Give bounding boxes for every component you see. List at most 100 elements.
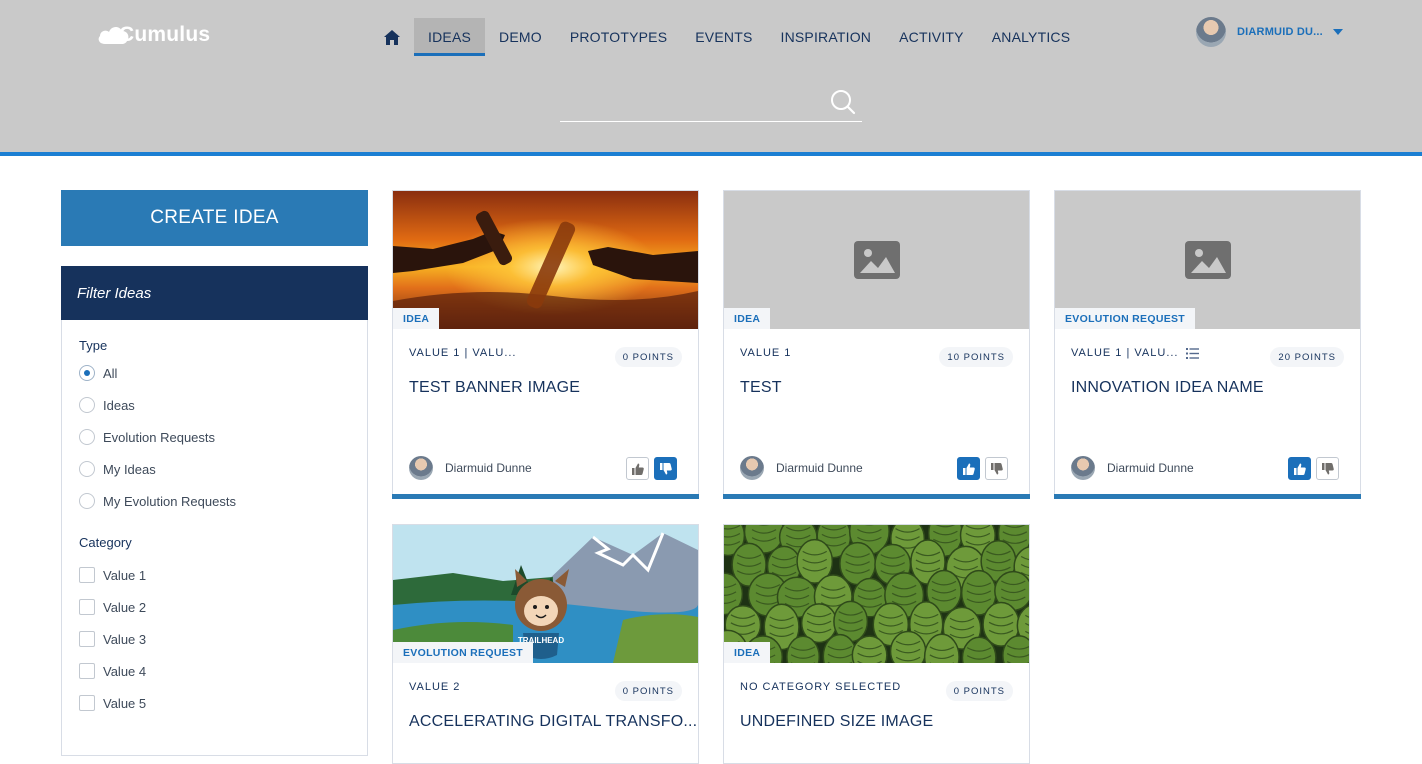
create-idea-button[interactable]: CREATE IDEA xyxy=(61,190,368,246)
card-author[interactable]: Diarmuid Dunne xyxy=(1071,456,1194,480)
card-accent-bar xyxy=(723,494,1030,499)
vote-controls xyxy=(957,457,1008,480)
card-type-tag[interactable]: IDEA xyxy=(393,308,440,329)
radio-button[interactable] xyxy=(79,461,95,477)
vote-controls xyxy=(626,457,677,480)
downvote-button[interactable] xyxy=(1316,457,1339,480)
option-label: My Evolution Requests xyxy=(103,493,236,509)
category-option-value-4[interactable]: Value 4 xyxy=(79,662,146,680)
main-nav: IDEAS DEMO PROTOTYPES EVENTS INSPIRATION… xyxy=(380,18,1084,56)
card-accent-bar xyxy=(392,494,699,499)
option-label: Value 4 xyxy=(103,663,147,679)
checkbox[interactable] xyxy=(79,695,95,711)
search-icon[interactable] xyxy=(830,89,856,115)
card-category: VALUE 1 xyxy=(740,347,792,359)
radio-button[interactable] xyxy=(79,365,95,381)
user-avatar xyxy=(1196,17,1226,47)
card-category: NO CATEGORY SELECTED xyxy=(740,681,902,693)
type-filter-title: Type xyxy=(79,338,108,353)
filter-title: Filter Ideas xyxy=(61,266,368,320)
author-name[interactable]: Diarmuid Dunne xyxy=(776,461,863,475)
card-points-badge: 20 POINTS xyxy=(1270,347,1344,367)
card-accent-bar xyxy=(1054,494,1361,499)
search-bar xyxy=(560,84,862,122)
cumulus-logo[interactable]: Cumulus xyxy=(97,22,210,48)
image-placeholder-icon xyxy=(853,241,900,279)
upvote-button[interactable] xyxy=(626,457,649,480)
site-header: Cumulus IDEAS DEMO PROTOTYPES EVENTS INS… xyxy=(0,0,1422,152)
idea-card[interactable]: IDEA VALUE 1 | VALU... 0 POINTS TEST BAN… xyxy=(392,190,699,499)
home-icon xyxy=(384,29,400,45)
filter-panel: Filter Ideas Type All Ideas Evolution Re… xyxy=(61,266,368,756)
card-author[interactable]: Diarmuid Dunne xyxy=(740,456,863,480)
list-icon[interactable] xyxy=(1186,348,1199,359)
card-type-tag[interactable]: IDEA xyxy=(724,642,771,663)
card-title[interactable]: TEST BANNER IMAGE xyxy=(409,379,580,397)
type-option-all[interactable]: All xyxy=(79,364,117,382)
option-label: Evolution Requests xyxy=(103,429,216,445)
option-label: All xyxy=(103,365,118,381)
nav-activity[interactable]: ACTIVITY xyxy=(885,18,978,56)
card-type-tag[interactable]: EVOLUTION REQUEST xyxy=(393,642,534,663)
card-title[interactable]: ACCELERATING DIGITAL TRANSFO... xyxy=(409,713,697,731)
author-name[interactable]: Diarmuid Dunne xyxy=(1107,461,1194,475)
upvote-button[interactable] xyxy=(957,457,980,480)
card-title[interactable]: TEST xyxy=(740,379,782,397)
nav-ideas[interactable]: IDEAS xyxy=(414,18,486,56)
category-option-value-5[interactable]: Value 5 xyxy=(79,694,146,712)
idea-card[interactable]: IDEA VALUE 1 10 POINTS TEST Diarmuid Dun… xyxy=(723,190,1030,499)
category-option-value-3[interactable]: Value 3 xyxy=(79,630,146,648)
nav-events[interactable]: EVENTS xyxy=(681,18,766,56)
checkbox[interactable] xyxy=(79,663,95,679)
search-input[interactable] xyxy=(560,84,820,120)
thumbs-down-icon xyxy=(1321,462,1334,474)
card-type-tag[interactable]: IDEA xyxy=(724,308,771,329)
thumbs-down-icon xyxy=(659,462,672,474)
type-option-my-ideas[interactable]: My Ideas xyxy=(79,460,156,478)
image-placeholder-icon xyxy=(1184,241,1231,279)
header-divider xyxy=(0,152,1422,156)
card-points-badge: 0 POINTS xyxy=(614,681,682,701)
checkbox[interactable] xyxy=(79,599,95,615)
card-type-tag[interactable]: EVOLUTION REQUEST xyxy=(1055,308,1196,329)
radio-button[interactable] xyxy=(79,493,95,509)
thumbs-up-icon xyxy=(1293,463,1306,475)
option-label: Value 1 xyxy=(103,567,147,583)
card-title[interactable]: UNDEFINED SIZE IMAGE xyxy=(740,713,933,731)
card-points-badge: 10 POINTS xyxy=(939,347,1013,367)
type-option-ideas[interactable]: Ideas xyxy=(79,396,135,414)
chevron-down-icon xyxy=(1332,29,1343,35)
downvote-button[interactable] xyxy=(985,457,1008,480)
nav-home[interactable] xyxy=(380,18,414,56)
author-avatar xyxy=(1071,456,1095,480)
downvote-button[interactable] xyxy=(654,457,677,480)
nav-prototypes[interactable]: PROTOTYPES xyxy=(556,18,681,56)
card-title[interactable]: INNOVATION IDEA NAME xyxy=(1071,379,1264,397)
option-label: Value 5 xyxy=(103,695,147,711)
card-author[interactable]: Diarmuid Dunne xyxy=(409,456,532,480)
category-option-value-1[interactable]: Value 1 xyxy=(79,566,146,584)
nav-analytics[interactable]: ANALYTICS xyxy=(978,18,1085,56)
idea-card[interactable]: IDEA NO CATEGORY SELECTED 0 POINTS UNDEF… xyxy=(723,524,1030,764)
thumbs-up-icon xyxy=(631,463,644,475)
radio-button[interactable] xyxy=(79,429,95,445)
thumbs-up-icon xyxy=(962,463,975,475)
idea-card[interactable]: TRAILHEAD EVOLUTION REQUEST VALUE 2 0 PO… xyxy=(392,524,699,764)
nav-inspiration[interactable]: INSPIRATION xyxy=(766,18,885,56)
type-option-my-evolution-requests[interactable]: My Evolution Requests xyxy=(79,492,236,510)
author-name[interactable]: Diarmuid Dunne xyxy=(445,461,532,475)
checkbox[interactable] xyxy=(79,567,95,583)
idea-card[interactable]: EVOLUTION REQUEST VALUE 1 | VALU... 20 P… xyxy=(1054,190,1361,499)
nav-demo[interactable]: DEMO xyxy=(485,18,556,56)
card-points-badge: 0 POINTS xyxy=(945,681,1013,701)
radio-button[interactable] xyxy=(79,397,95,413)
vote-controls xyxy=(1288,457,1339,480)
type-option-evolution-requests[interactable]: Evolution Requests xyxy=(79,428,215,446)
user-menu[interactable]: DIARMUID DU... xyxy=(1196,17,1343,47)
upvote-button[interactable] xyxy=(1288,457,1311,480)
option-label: Ideas xyxy=(103,397,135,413)
category-option-value-2[interactable]: Value 2 xyxy=(79,598,146,616)
card-points-badge: 0 POINTS xyxy=(614,347,682,367)
option-label: Value 2 xyxy=(103,599,147,615)
checkbox[interactable] xyxy=(79,631,95,647)
